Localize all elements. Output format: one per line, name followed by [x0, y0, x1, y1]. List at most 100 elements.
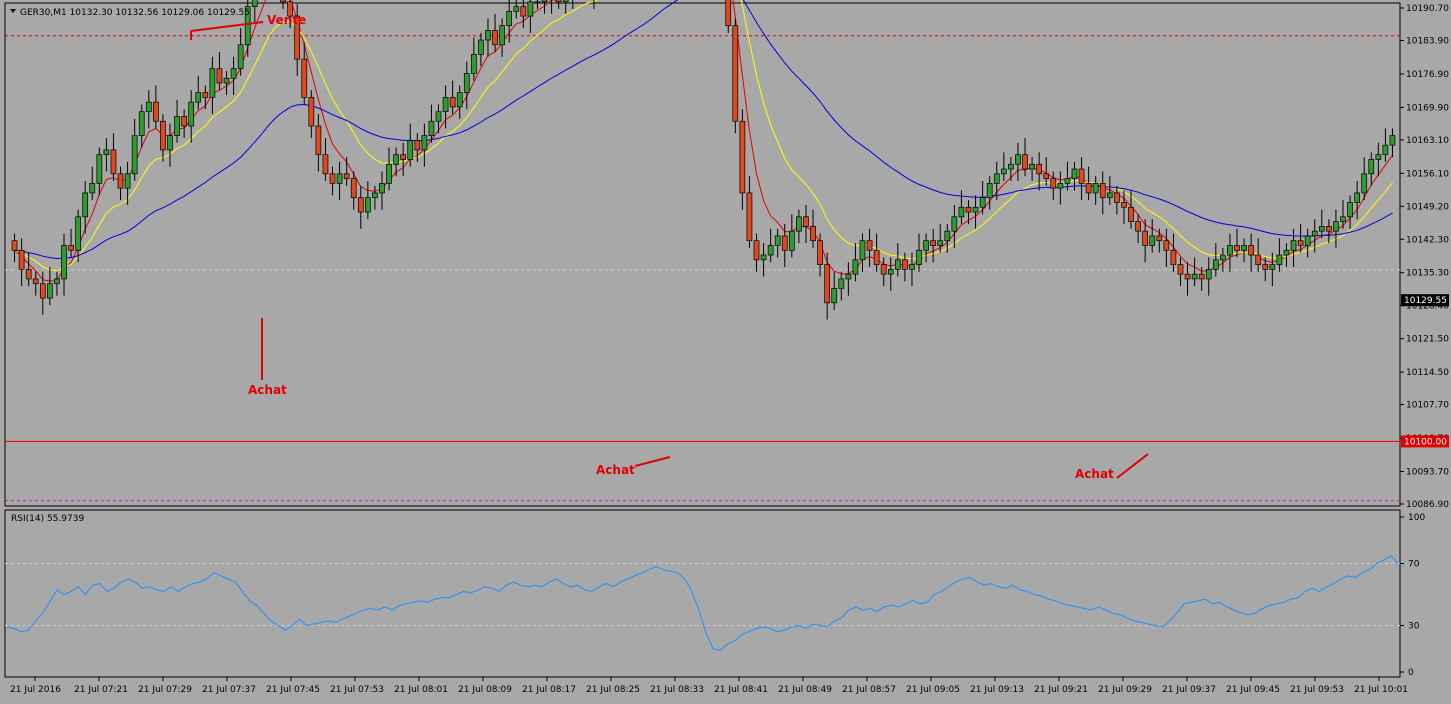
candle-bull [972, 206, 979, 213]
candle-bear [301, 58, 308, 98]
x-tick-label: 21 Jul 09:29 [1098, 685, 1152, 695]
candle-bull [534, 1, 541, 4]
candle-bear [110, 149, 117, 175]
candle-bull [54, 278, 60, 285]
candle-bull [75, 216, 81, 251]
candle-bull [916, 249, 922, 265]
candle-bull [1212, 259, 1219, 270]
candle-bull [1000, 168, 1007, 175]
candle-bear [308, 97, 315, 127]
candle-bull [937, 240, 944, 246]
candle-bull [986, 183, 993, 199]
candle-bull [251, 0, 258, 7]
candle-bear [866, 240, 873, 251]
candle-bull [1269, 264, 1276, 270]
rsi-tick-label: 70 [1408, 560, 1420, 570]
candle-bull [951, 216, 958, 232]
candle-bear [1255, 254, 1262, 265]
candle-bear [280, 0, 286, 3]
candle-bear [160, 120, 166, 151]
candle-bull [167, 135, 173, 151]
candle-bull [47, 283, 53, 299]
candle-bull [1382, 144, 1389, 156]
candle-bull [124, 173, 131, 189]
x-tick-label: 21 Jul 08:01 [394, 685, 448, 695]
y-tick-label: 10114.50 [1406, 368, 1449, 378]
y-tick-label: 10107.70 [1406, 401, 1449, 411]
candle-bull [1008, 163, 1014, 170]
x-tick-label: 21 Jul 07:29 [138, 685, 192, 695]
candle-bear [1198, 273, 1205, 280]
candle-bull [138, 111, 145, 136]
candle-bear [1248, 245, 1254, 256]
y-tick-label: 10163.10 [1406, 136, 1449, 146]
candle-bull [428, 120, 435, 136]
candle-bull [1290, 240, 1297, 251]
candle-bull [760, 254, 767, 261]
candle-bull [852, 259, 859, 275]
x-tick-label: 21 Jul 08:25 [586, 685, 640, 695]
candle-bull [767, 245, 774, 256]
candle-bull [1106, 192, 1113, 199]
candle-bull [435, 111, 442, 122]
y-tick-label: 10121.50 [1406, 335, 1449, 345]
candle-bull [386, 163, 392, 184]
candle-bear [39, 283, 46, 299]
candle-bull [958, 206, 965, 218]
y-tick-label: 10169.90 [1406, 103, 1449, 113]
candle-bear [117, 173, 124, 189]
candle-bull [1071, 168, 1078, 179]
candle-bull [1015, 154, 1021, 165]
candle-bear [1170, 249, 1177, 265]
candle-bull [796, 216, 802, 232]
sell-label: Vente [267, 13, 306, 27]
candle-bull [887, 269, 894, 275]
candle-bear [350, 178, 357, 199]
candle-bear [1036, 163, 1043, 175]
x-tick-label: 21 Jul 08:57 [842, 685, 896, 695]
candle-bear [520, 6, 527, 17]
candle-bull [1340, 216, 1346, 222]
candle-bull [1361, 173, 1368, 194]
candle-bear [11, 240, 18, 251]
candle-bull [442, 97, 449, 113]
candle-bull [1375, 154, 1382, 160]
candle-bear [873, 249, 880, 265]
candle-bull [237, 44, 244, 70]
candle-bear [153, 101, 159, 122]
candle-bear [1163, 240, 1170, 251]
candle-bull [513, 6, 520, 12]
candle-bull [1092, 183, 1099, 194]
candle-bear [739, 120, 746, 194]
candle-bull [1304, 235, 1311, 246]
candle-bear [181, 116, 187, 127]
candle-bear [343, 173, 350, 179]
candle-bull [979, 197, 986, 208]
candle-bear [68, 245, 74, 251]
candle-bull [506, 10, 513, 27]
candle-bull [336, 173, 343, 184]
x-tick-label: 21 Jul 10:01 [1354, 685, 1408, 695]
candle-bear [725, 0, 732, 27]
candle-bear [817, 240, 823, 265]
candle-bull [230, 68, 237, 79]
rsi-panel[interactable] [4, 509, 1401, 678]
x-tick-label: 21 Jul 08:17 [522, 685, 576, 695]
buy-label-2: Achat [596, 463, 635, 477]
candle-bull [89, 183, 96, 194]
candle-bull [909, 264, 915, 270]
candle-bull [393, 154, 399, 165]
candle-bear [18, 249, 25, 270]
candle-bear [1099, 183, 1106, 199]
current-price-label: 10129.55 [1404, 296, 1447, 306]
candle-bear [1085, 183, 1092, 194]
y-tick-label: 10176.90 [1406, 70, 1449, 80]
candle-bear [1326, 226, 1332, 232]
candle-bull [456, 92, 463, 108]
symbol-header: GER30,M1 10132.30 10132.56 10129.06 1012… [20, 8, 250, 18]
candle-bull [1205, 269, 1212, 280]
candle-bear [1297, 240, 1304, 246]
candle-bear [930, 240, 937, 246]
candle-bull [831, 288, 838, 304]
candle-bear [1234, 245, 1240, 251]
